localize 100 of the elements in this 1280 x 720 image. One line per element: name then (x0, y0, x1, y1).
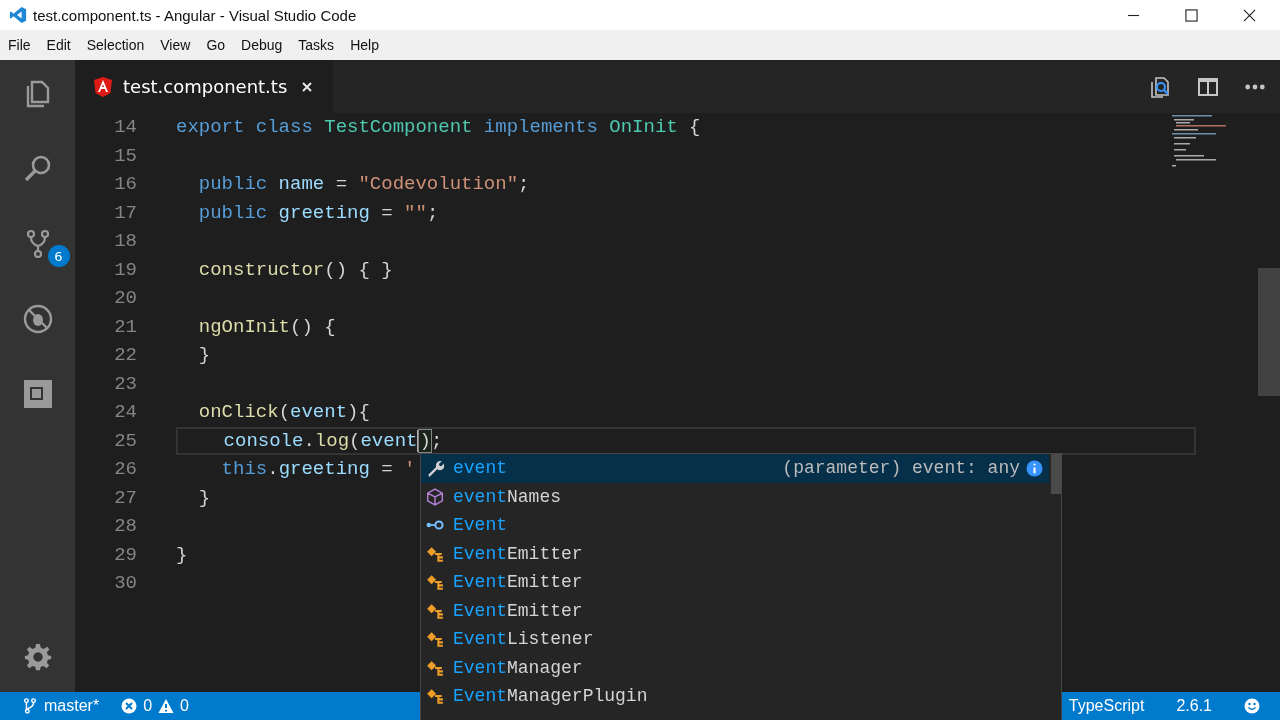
code-identifier: name (277, 173, 325, 196)
code-text: ; (430, 429, 443, 452)
language-mode[interactable]: TypeScript (1068, 697, 1145, 715)
code-text: = (380, 458, 394, 481)
code-identifier: greeting (278, 458, 370, 481)
menu-item[interactable]: Debug (233, 37, 291, 53)
smiley-icon[interactable] (1244, 698, 1260, 714)
line-number: 24 (113, 401, 137, 424)
text-cursor (417, 429, 420, 452)
suggestion-item[interactable]: event (parameter) event: any (421, 454, 1049, 483)
code-function: constructor (197, 258, 325, 281)
code-keyword: this (220, 458, 268, 481)
code-text: . (303, 429, 315, 452)
code-text: ( (278, 401, 291, 424)
suggestion-item[interactable]: EventEmitter (421, 539, 1049, 568)
line-number: 22 (113, 344, 137, 367)
code-type: TestComponent (323, 116, 473, 139)
menu-item[interactable]: View (152, 37, 199, 53)
suggestion-label: EventEmitter (453, 600, 583, 621)
suggestion-item[interactable]: eventNames (421, 482, 1049, 511)
suggestion-label: Event (453, 515, 507, 536)
suggestion-item[interactable]: Event (421, 511, 1049, 540)
menu-item[interactable]: Go (198, 37, 234, 53)
code-bracket: ) (419, 429, 431, 452)
settings-icon[interactable] (22, 642, 53, 672)
menu-item[interactable]: Help (342, 37, 387, 53)
cube-icon (426, 487, 444, 506)
more-actions-icon[interactable] (1244, 82, 1266, 91)
code-identifier: event (290, 401, 348, 424)
debug-icon[interactable] (21, 303, 54, 335)
close-icon[interactable] (1243, 8, 1256, 22)
line-number: 19 (113, 258, 137, 281)
line-number: 14 (113, 116, 137, 139)
class-icon (426, 601, 444, 620)
line-number: 30 (113, 572, 137, 595)
class-icon (426, 658, 444, 677)
suggestion-detail: (parameter) event: any (782, 458, 1020, 479)
extensions-icon[interactable] (21, 378, 54, 410)
code-text: () { } (324, 258, 393, 281)
angular-file-icon (93, 75, 113, 98)
editor-tab[interactable]: test.component.ts (75, 60, 334, 113)
code-function: onClick (197, 401, 279, 424)
wrench-icon (426, 459, 444, 478)
info-icon[interactable] (1026, 459, 1043, 477)
warning-count[interactable]: 0 (180, 697, 189, 715)
window-title: test.component.ts - Angular - Visual Studio Code (33, 6, 357, 24)
code-type: OnInit (608, 116, 678, 139)
suggestion-item[interactable]: EventEmitter (421, 596, 1049, 625)
code-text: = (380, 201, 394, 224)
scrollbar-thumb[interactable] (1051, 454, 1061, 494)
warning-icon (158, 698, 175, 714)
code-string: ' (404, 458, 416, 481)
suggestion-label: EventEmitter (453, 543, 583, 564)
code-text: () { (290, 315, 336, 338)
code-text: ; (426, 201, 439, 224)
suggestion-item[interactable]: Event Listener (421, 625, 1049, 654)
class-icon (426, 630, 444, 649)
code-keyword: public (197, 173, 268, 196)
error-count[interactable]: 0 (143, 697, 153, 715)
code-identifier: event (360, 429, 418, 452)
typescript-version[interactable]: 2.6.1 (1176, 697, 1212, 715)
menu-item[interactable]: File (0, 37, 39, 53)
class-icon (426, 544, 444, 563)
code-function: log (314, 429, 350, 452)
git-branch-icon (22, 698, 38, 714)
code-text: = (334, 173, 349, 196)
suggestion-item[interactable]: EventEmitter (421, 568, 1049, 597)
code-keyword: implements (482, 116, 598, 139)
git-branch[interactable]: master* (44, 697, 100, 715)
maximize-icon[interactable] (1185, 8, 1198, 22)
suggestion-item[interactable]: EventManager (421, 653, 1049, 682)
code-string: "" (404, 201, 427, 224)
line-number: 17 (113, 201, 137, 224)
line-number: 27 (113, 486, 137, 509)
line-number: 29 (113, 543, 137, 566)
line-number: 25 (113, 429, 137, 452)
code-keyword: public (197, 201, 268, 224)
scrollbar-thumb[interactable] (1258, 268, 1280, 396)
code-identifier: greeting (277, 201, 370, 224)
suggestion-label: eventNames (453, 486, 562, 507)
line-number: 28 (113, 515, 137, 538)
suggestion-item[interactable]: EventManagerPlugin (421, 682, 1049, 711)
suggestion-label: EventManager (453, 657, 583, 678)
code-text: ){ (347, 401, 370, 424)
menu-item[interactable]: Edit (38, 37, 79, 53)
code-text: ( (349, 429, 361, 452)
code-text: } (197, 344, 211, 367)
code-text: } (176, 543, 188, 566)
error-icon (121, 698, 138, 714)
menu-item[interactable]: Tasks (290, 37, 343, 53)
suggestion-label: event (453, 458, 507, 479)
code-text: . (267, 458, 279, 481)
menu-item[interactable]: Selection (78, 37, 153, 53)
class-icon (426, 573, 444, 592)
suggestion-label: EventEmitter (453, 572, 583, 593)
code-string: "Codevolution" (358, 173, 519, 196)
code-text: ; (518, 173, 530, 196)
line-number: 15 (113, 144, 137, 167)
class-icon (426, 687, 444, 706)
preview-search-icon[interactable] (1148, 74, 1172, 99)
